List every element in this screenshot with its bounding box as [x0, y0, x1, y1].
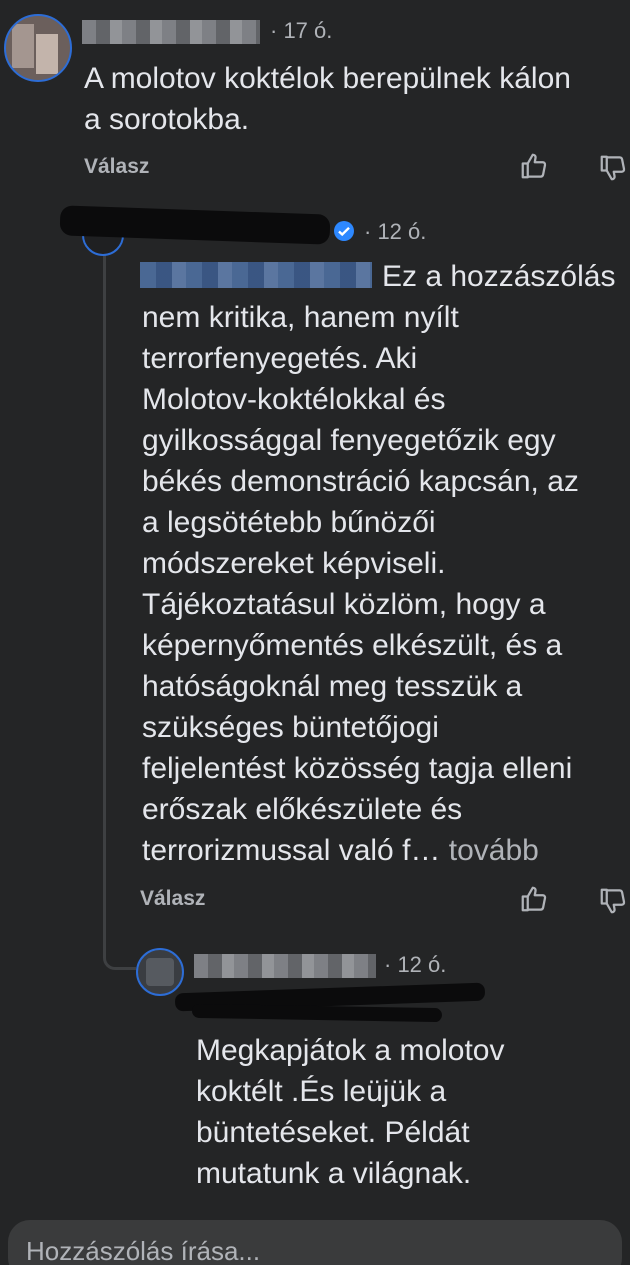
comment-line: terrorfenyegetés. Aki — [142, 342, 418, 375]
thread-connector — [103, 250, 106, 958]
comment-timestamp: · 12 ó. — [384, 952, 447, 977]
comment-timestamp: · 17 ó. — [270, 18, 333, 43]
comments-thread: · 17 ó. A molotov koktélok berepülnek ká… — [0, 0, 630, 1265]
comment-line: mutatunk a világnak. — [196, 1157, 472, 1190]
comment-input-placeholder: Hozzászólás írása... — [26, 1236, 261, 1265]
reply-button[interactable]: Válasz — [84, 155, 149, 179]
avatar[interactable] — [136, 948, 184, 996]
thumbs-up-icon[interactable] — [519, 151, 549, 181]
comment-line: nem kritika, hanem nyílt — [142, 301, 459, 334]
comment-line: szükséges büntetőjogi — [142, 711, 439, 744]
thread-connector-curve — [103, 955, 136, 970]
comment-line: módszereket képviseli. — [142, 547, 446, 580]
thumbs-down-icon[interactable] — [598, 886, 628, 916]
comment-line: erőszak előkészülete és — [142, 793, 463, 826]
comment-line: büntetéseket. Példát — [196, 1116, 470, 1149]
comment-text: A molotov koktélok berepülnek kálon a so… — [84, 58, 571, 140]
thumbs-up-icon[interactable] — [519, 884, 549, 914]
comment-line: hatóságoknál meg tesszük a — [142, 670, 523, 703]
comment-line: terrorizmussal való f… tovább — [142, 830, 615, 871]
comment-text: Megkapjátok a molotov koktélt .És leüjük… — [196, 1030, 505, 1194]
comment-line: képernyőmentés elkészült, és a — [142, 629, 563, 662]
verified-badge-icon — [334, 221, 354, 241]
scribble-redaction — [191, 1003, 443, 1023]
comment-line: Molotov-koktélokkal és — [142, 383, 446, 416]
comment-line: Megkapjátok a molotov — [196, 1034, 505, 1067]
thumbs-down-icon[interactable] — [598, 153, 628, 183]
comment-line: békés demonstráció kapcsán, az — [142, 465, 579, 498]
comment-line: a sorotokba. — [84, 103, 250, 136]
comment-timestamp: · 12 ó. — [364, 219, 427, 244]
avatar[interactable] — [4, 14, 72, 82]
author-name-redacted[interactable] — [82, 20, 260, 44]
see-more-link[interactable]: tovább — [449, 834, 539, 867]
comment-line: koktélt .És leüjük a — [196, 1075, 447, 1108]
comment-line: Ez a hozzászólás — [142, 256, 615, 297]
comment-line: a legsötétebb bűnözői — [142, 506, 436, 539]
comment-input[interactable]: Hozzászólás írása... — [8, 1220, 622, 1265]
comment-line-text: Ez a hozzászólás — [382, 260, 616, 293]
comment-line: A molotov koktélok berepülnek kálon — [84, 62, 571, 95]
reply-button[interactable]: Válasz — [140, 887, 205, 911]
comment-line: gyilkossággal fenyegetőzik egy — [142, 424, 556, 457]
comment-line: Tájékoztatásul közlöm, hogy a — [142, 588, 546, 621]
author-name-redacted[interactable] — [194, 954, 376, 978]
comment-text: Ez a hozzászólás nem kritika, hanem nyíl… — [142, 256, 615, 871]
comment-line: feljelentést közösség tagja elleni — [142, 752, 573, 785]
comment-line-text: terrorizmussal való f… — [142, 834, 449, 867]
